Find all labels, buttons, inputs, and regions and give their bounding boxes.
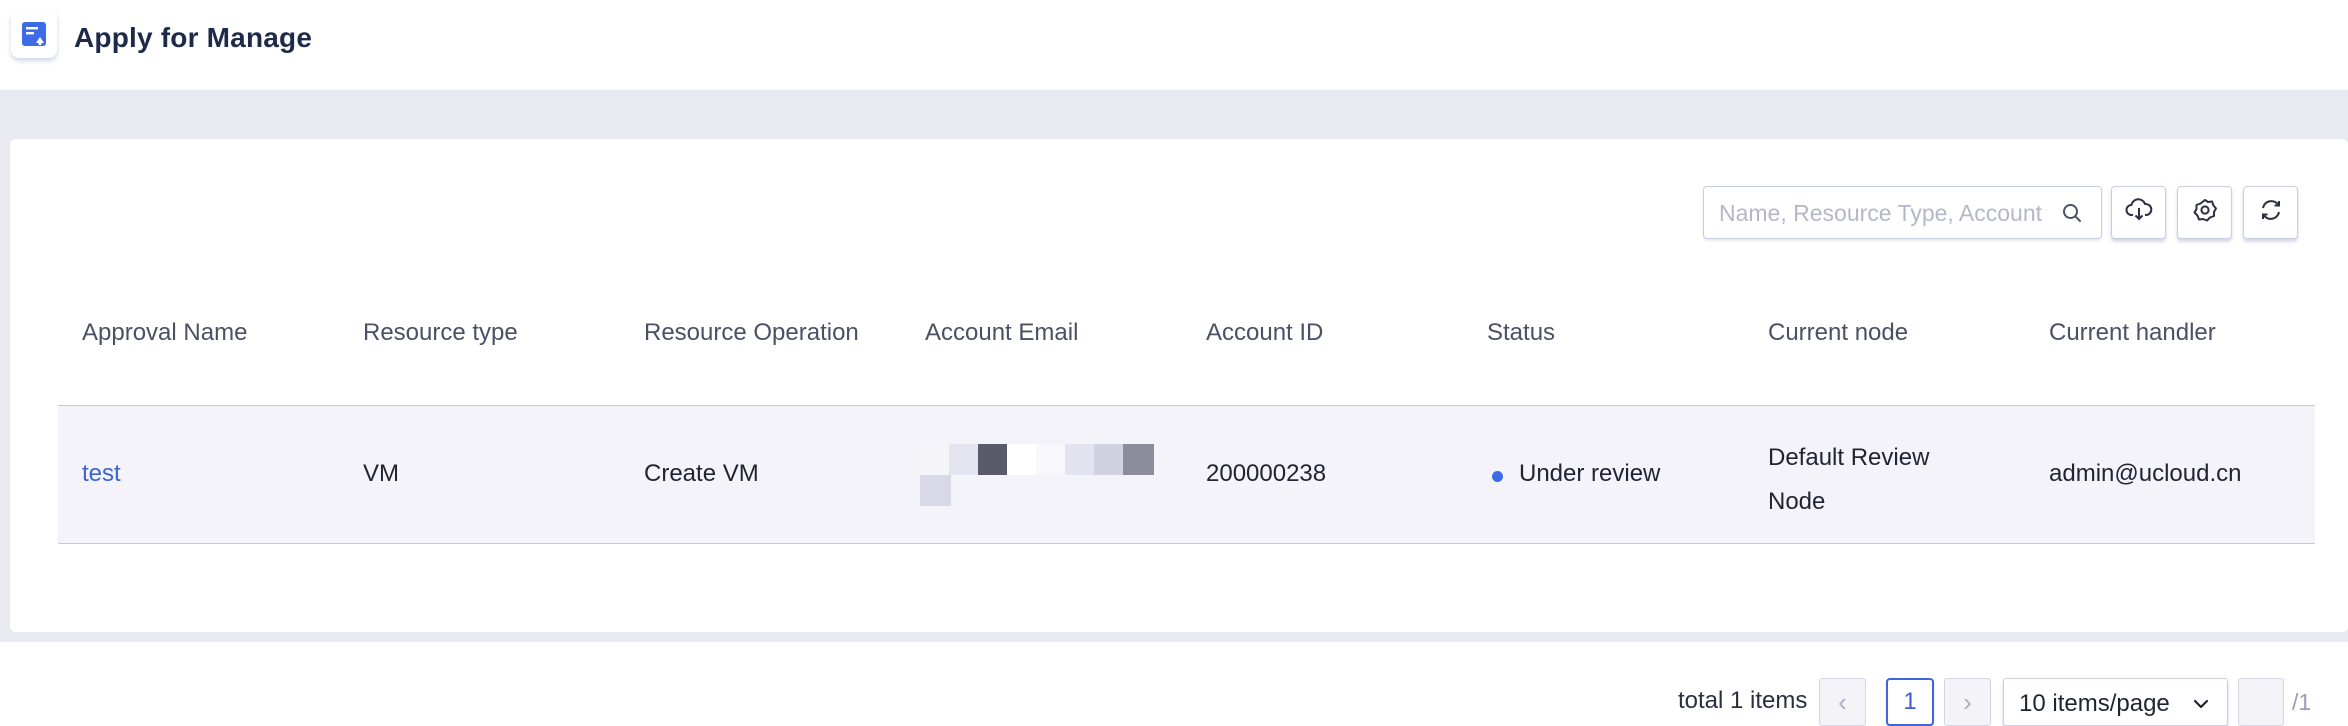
column-header-approval-name: Approval Name <box>82 319 248 346</box>
search-box[interactable] <box>1703 186 2102 239</box>
approval-name-link[interactable]: test <box>82 460 121 488</box>
resource-type-cell: VM <box>363 460 399 487</box>
page-count: /1 <box>2292 689 2312 715</box>
column-header-status: Status <box>1487 319 1556 346</box>
chevron-left-icon: ‹ <box>1838 686 1847 717</box>
download-button[interactable] <box>2111 186 2166 239</box>
approval-list-card: Approval Name Resource type Resource Ope… <box>10 139 2348 726</box>
approval-table: Approval Name Resource type Resource Ope… <box>58 285 2315 544</box>
account-id-cell: 200000238 <box>1206 460 1327 487</box>
page-jump-input[interactable] <box>2238 678 2284 726</box>
refresh-icon <box>2258 197 2284 228</box>
table-header: Approval Name Resource type Resource Ope… <box>58 285 2315 406</box>
refresh-button[interactable] <box>2243 186 2298 239</box>
next-page-button[interactable]: › <box>1944 678 1991 726</box>
chevron-down-icon <box>2191 693 2211 713</box>
pagination-total: total 1 items <box>1678 687 1808 714</box>
page-size-label: 10 items/page <box>2019 690 2170 717</box>
status-dot <box>1492 471 1503 482</box>
search-icon[interactable] <box>2061 202 2083 224</box>
current-node-cell: Default Review Node <box>1768 444 1930 515</box>
page-size-select[interactable]: 10 items/page <box>2003 678 2228 726</box>
column-header-resource-operation: Resource Operation <box>644 319 859 346</box>
column-header-current-handler: Current handler <box>2049 319 2216 346</box>
prev-page-button[interactable]: ‹ <box>1819 678 1866 726</box>
chevron-right-icon: › <box>1963 686 1972 717</box>
cloud-download-icon <box>2125 197 2153 228</box>
current-handler-cell: admin@ucloud.cn <box>2049 460 2242 487</box>
column-header-account-email: Account Email <box>925 319 1079 346</box>
page-header: Apply for Manage <box>0 0 2348 90</box>
column-header-current-node: Current node <box>1768 319 1909 346</box>
column-header-account-id: Account ID <box>1206 319 1324 346</box>
resource-operation-cell: Create VM <box>644 460 759 487</box>
apply-document-icon <box>11 10 57 58</box>
search-input[interactable] <box>1719 197 2054 229</box>
column-header-resource-type: Resource type <box>363 319 518 346</box>
gear-icon <box>2192 197 2218 228</box>
settings-button[interactable] <box>2177 186 2232 239</box>
page-1-button[interactable]: 1 <box>1886 678 1934 726</box>
page-title: Apply for Manage <box>74 22 313 53</box>
status-cell: Under review <box>1519 460 1661 487</box>
redacted-email-cell <box>920 444 1166 506</box>
table-row: test VM Create VM 200000238 Under review… <box>58 406 2315 544</box>
